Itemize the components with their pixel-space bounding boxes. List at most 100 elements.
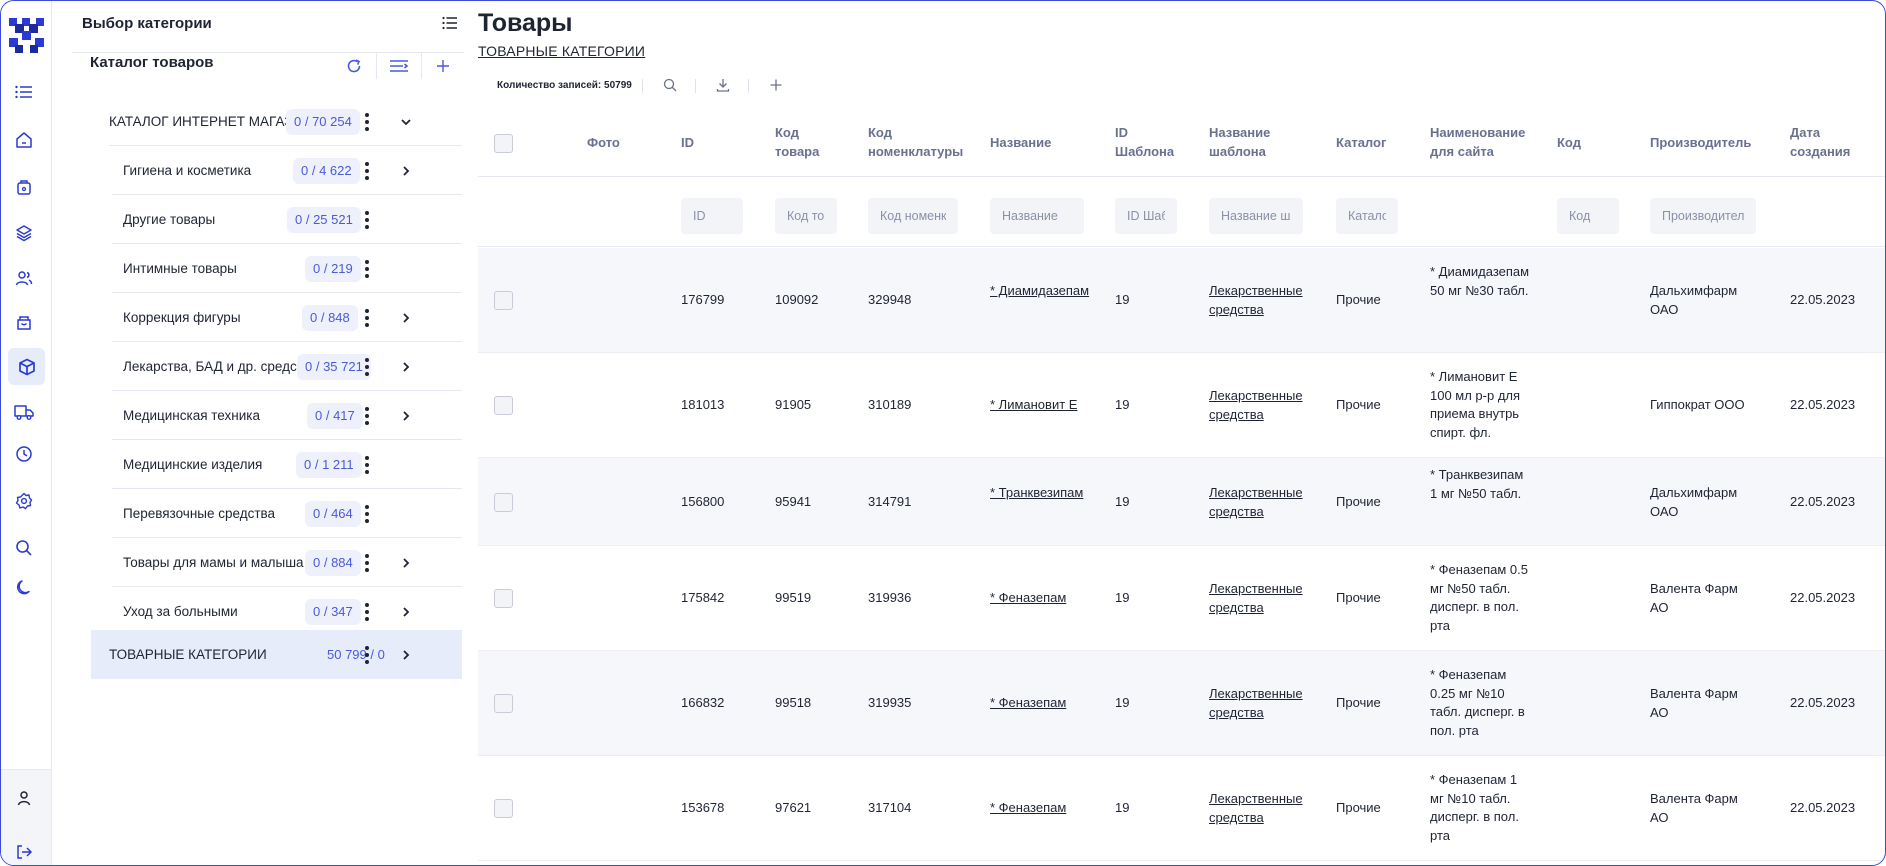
tree-item[interactable]: Гигиена и косметика 0 / 4 622 bbox=[97, 146, 462, 195]
row-checkbox[interactable] bbox=[494, 396, 513, 415]
search-icon[interactable] bbox=[12, 536, 36, 560]
row-checkbox[interactable] bbox=[494, 694, 513, 713]
filter-id-input[interactable] bbox=[681, 198, 743, 234]
table-row[interactable]: 175842 99519 319936 * Феназепам 19 Лекар… bbox=[478, 546, 1885, 651]
cell-template-link[interactable]: Лекарственные средства bbox=[1209, 484, 1319, 521]
tree-item[interactable]: Интимные товары 0 / 219 bbox=[97, 244, 462, 293]
chevron-right-icon[interactable] bbox=[399, 648, 413, 662]
tree-item[interactable]: Медицинская техника 0 / 417 bbox=[97, 391, 462, 440]
table-row[interactable]: 166832 99518 319935 * Феназепам 19 Лекар… bbox=[478, 651, 1885, 756]
cell-template-link[interactable]: Лекарственные средства bbox=[1209, 685, 1319, 722]
refresh-button[interactable] bbox=[338, 53, 370, 79]
cell-template-link[interactable]: Лекарственные средства bbox=[1209, 282, 1319, 319]
chevron-right-icon[interactable] bbox=[399, 605, 413, 619]
row-checkbox[interactable] bbox=[494, 493, 513, 512]
tree-item[interactable]: Другие товары 0 / 25 521 bbox=[97, 195, 462, 244]
cell-name-link[interactable]: * Диамидазепам bbox=[990, 282, 1090, 301]
filter-name-input[interactable] bbox=[990, 198, 1084, 234]
table-row[interactable]: 181013 91905 310189 * Лимановит Е 19 Лек… bbox=[478, 353, 1885, 458]
column-header-catalog[interactable]: Каталог bbox=[1336, 133, 1386, 152]
cell-template-link[interactable]: Лекарственные средства bbox=[1209, 580, 1319, 617]
users-icon[interactable] bbox=[12, 266, 36, 290]
chevron-down-icon[interactable] bbox=[399, 115, 413, 129]
box-icon[interactable] bbox=[12, 311, 36, 335]
breadcrumb[interactable]: ТОВАРНЫЕ КАТЕГОРИИ bbox=[478, 43, 645, 59]
bag-icon[interactable] bbox=[12, 175, 36, 199]
column-header-id[interactable]: ID bbox=[681, 133, 694, 152]
select-all-checkbox[interactable] bbox=[494, 134, 513, 153]
app-logo[interactable] bbox=[9, 18, 44, 53]
chevron-right-icon[interactable] bbox=[399, 360, 413, 374]
more-vertical-icon[interactable] bbox=[362, 161, 372, 181]
filter-code2-input[interactable] bbox=[1557, 198, 1619, 234]
column-header-name[interactable]: Название bbox=[990, 133, 1051, 152]
gear-icon[interactable] bbox=[12, 489, 36, 513]
more-vertical-icon[interactable] bbox=[362, 553, 372, 573]
more-vertical-icon[interactable] bbox=[362, 406, 372, 426]
table-row[interactable]: 153678 97621 317104 * Феназепам 19 Лекар… bbox=[478, 756, 1885, 861]
search-icon[interactable] bbox=[662, 77, 678, 93]
column-header-template-name[interactable]: Название шаблона bbox=[1209, 123, 1289, 161]
download-icon[interactable] bbox=[715, 77, 731, 93]
column-header-site-name[interactable]: Наименование для сайта bbox=[1430, 123, 1530, 161]
layers-icon[interactable] bbox=[12, 221, 36, 245]
more-vertical-icon[interactable] bbox=[362, 645, 372, 665]
more-vertical-icon[interactable] bbox=[362, 357, 372, 377]
table-row[interactable]: 176799 109092 329948 * Диамидазепам 19 Л… bbox=[478, 248, 1885, 353]
more-vertical-icon[interactable] bbox=[362, 210, 372, 230]
filter-manufacturer-input[interactable] bbox=[1650, 198, 1756, 234]
tree-item[interactable]: Уход за больными 0 / 347 bbox=[97, 587, 462, 636]
cell-name-link[interactable]: * Лимановит Е bbox=[990, 396, 1090, 415]
cell-name-link[interactable]: * Транквезипам bbox=[990, 484, 1090, 503]
row-checkbox[interactable] bbox=[494, 291, 513, 310]
cell-template-link[interactable]: Лекарственные средства bbox=[1209, 790, 1319, 827]
tree-item[interactable]: Коррекция фигуры 0 / 848 bbox=[97, 293, 462, 342]
filter-catalog-input[interactable] bbox=[1336, 198, 1398, 234]
row-checkbox[interactable] bbox=[494, 799, 513, 818]
more-vertical-icon[interactable] bbox=[362, 308, 372, 328]
row-checkbox[interactable] bbox=[494, 589, 513, 608]
more-vertical-icon[interactable] bbox=[362, 259, 372, 279]
chevron-right-icon[interactable] bbox=[399, 556, 413, 570]
cube-icon[interactable] bbox=[8, 348, 45, 385]
tree-item[interactable]: КАТАЛОГ ИНТЕРНЕТ МАГАЗИНА 0 / 70 254 bbox=[97, 97, 462, 146]
filter-code-input[interactable] bbox=[775, 198, 837, 234]
column-header-photo[interactable]: Фото bbox=[587, 133, 620, 152]
filter-template-name-input[interactable] bbox=[1209, 198, 1303, 234]
more-vertical-icon[interactable] bbox=[362, 602, 372, 622]
tree-item[interactable]: Лекарства, БАД и др. средства 0 / 35 721 bbox=[97, 342, 462, 391]
column-header-nomenclature[interactable]: Код номенклатуры bbox=[868, 123, 968, 161]
filter-template-id-input[interactable] bbox=[1115, 198, 1177, 234]
chevron-right-icon[interactable] bbox=[399, 409, 413, 423]
cell-template-link[interactable]: Лекарственные средства bbox=[1209, 387, 1319, 424]
cell-name-link[interactable]: * Феназепам bbox=[990, 694, 1090, 713]
cell-name-link[interactable]: * Феназепам bbox=[990, 589, 1090, 608]
tree-item[interactable]: Медицинские изделия 0 / 1 211 bbox=[97, 440, 462, 489]
tree-item[interactable]: Товары для мамы и малыша 0 / 884 bbox=[97, 538, 462, 587]
table-row[interactable]: 156800 95941 314791 * Транквезипам 19 Ле… bbox=[478, 458, 1885, 546]
user-icon[interactable] bbox=[12, 786, 36, 810]
column-header-code2[interactable]: Код bbox=[1557, 133, 1581, 152]
column-header-created[interactable]: Дата создания bbox=[1790, 123, 1856, 161]
tree-item-selected[interactable]: ТОВАРНЫЕ КАТЕГОРИИ 50 799 / 0 bbox=[91, 630, 462, 679]
cell-name-link[interactable]: * Феназепам bbox=[990, 799, 1090, 818]
home-icon[interactable] bbox=[12, 128, 36, 152]
chevron-right-icon[interactable] bbox=[399, 311, 413, 325]
clock-icon[interactable] bbox=[12, 442, 36, 466]
tree-item[interactable]: Перевязочные средства 0 / 464 bbox=[97, 489, 462, 538]
add-category-button[interactable] bbox=[427, 53, 459, 79]
filter-nomenclature-input[interactable] bbox=[868, 198, 958, 234]
chevron-right-icon[interactable] bbox=[399, 164, 413, 178]
more-vertical-icon[interactable] bbox=[362, 455, 372, 475]
more-vertical-icon[interactable] bbox=[362, 112, 372, 132]
logout-icon[interactable] bbox=[12, 842, 36, 862]
column-header-code[interactable]: Код товара bbox=[775, 123, 837, 161]
column-header-manufacturer[interactable]: Производитель bbox=[1650, 133, 1751, 152]
collapse-tree-button[interactable] bbox=[376, 53, 422, 79]
truck-icon[interactable] bbox=[12, 400, 36, 424]
moon-icon[interactable] bbox=[12, 576, 36, 600]
add-icon[interactable] bbox=[768, 77, 784, 93]
more-vertical-icon[interactable] bbox=[362, 504, 372, 524]
list-view-icon[interactable] bbox=[442, 16, 458, 35]
list-icon[interactable] bbox=[12, 80, 36, 104]
